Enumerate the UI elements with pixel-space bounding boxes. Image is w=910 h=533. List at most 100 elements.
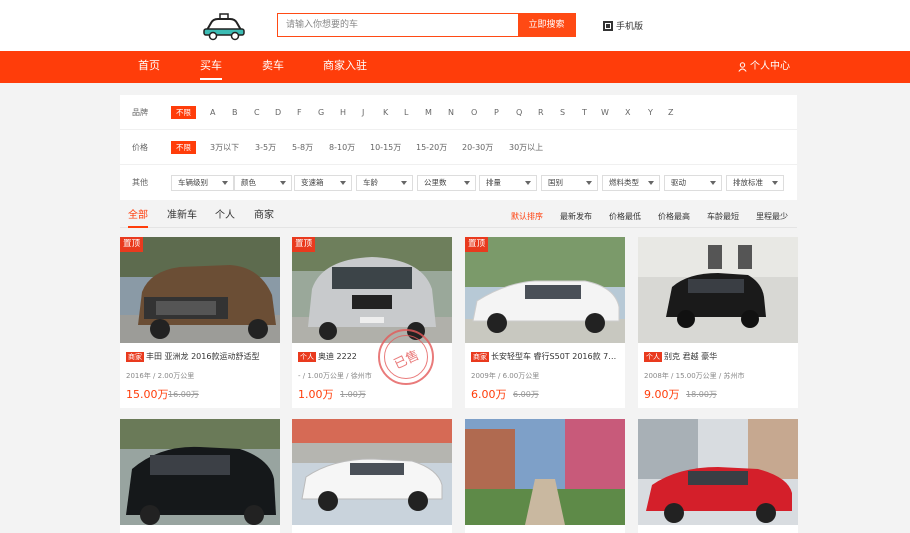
- price-option[interactable]: 15-20万: [416, 130, 447, 165]
- listing-tabs: 全部 准新车 个人 商家 默认排序 最新发布 价格最低 价格最高 车龄最短 里程…: [120, 206, 797, 228]
- filter-price-any[interactable]: 不限: [171, 141, 196, 154]
- nav-item-buy[interactable]: 买车: [200, 53, 222, 80]
- search-button[interactable]: 立即搜索: [518, 13, 575, 37]
- car-old-price: 18.00万: [686, 390, 717, 399]
- price-option[interactable]: 30万以上: [509, 130, 543, 165]
- nav-item-sell[interactable]: 卖车: [262, 51, 284, 83]
- filter-panel: 品牌 不限 A B C D F G H J K L M N O P Q R S …: [120, 95, 797, 200]
- car-title-text: 别克 君越 豪华: [664, 352, 718, 361]
- brand-letter[interactable]: H: [340, 95, 346, 130]
- brand-letter[interactable]: Z: [668, 95, 673, 130]
- car-photo: [638, 237, 798, 343]
- car-old-price: 1.00万: [340, 390, 366, 399]
- car-card[interactable]: 置顶 个人 奥迪 2222 - / 1.00万公里 / 徐州市 1.00万 1.0…: [292, 237, 452, 408]
- car-logo-icon[interactable]: [201, 11, 247, 41]
- price-option[interactable]: 10-15万: [370, 130, 401, 165]
- seller-badge: 个人: [298, 352, 316, 362]
- car-title-text: 长安轻型车 睿行S50T 2016款 740L...: [491, 352, 621, 361]
- select-fuel[interactable]: 燃料类型: [602, 175, 660, 191]
- car-card[interactable]: [465, 419, 625, 533]
- sold-stamp-label: 已售: [391, 348, 422, 373]
- car-card[interactable]: 置顶 商家 长安轻型车 睿行S50T 2016款 740L... 2009年 / …: [465, 237, 625, 408]
- tab-merchant[interactable]: 商家: [254, 206, 274, 226]
- brand-letter[interactable]: F: [297, 95, 302, 130]
- car-photo: [120, 237, 280, 343]
- pin-badge: 置顶: [120, 237, 144, 252]
- qrcode-icon: [603, 20, 613, 31]
- seller-badge: 商家: [471, 352, 489, 362]
- sort-price-high[interactable]: 价格最高: [658, 206, 690, 228]
- car-photo: [638, 419, 798, 525]
- user-center-link[interactable]: 个人中心: [738, 51, 790, 83]
- car-title[interactable]: 商家 丰田 亚洲龙 2016款运动舒适型: [126, 351, 276, 362]
- filter-label: 其他: [132, 178, 148, 187]
- price-option[interactable]: 8-10万: [329, 130, 355, 165]
- select-emission[interactable]: 排放标准: [726, 175, 784, 191]
- car-card[interactable]: [120, 419, 280, 533]
- select-color[interactable]: 颜色: [234, 175, 292, 191]
- brand-letter[interactable]: R: [538, 95, 544, 130]
- brand-letter[interactable]: T: [582, 95, 587, 130]
- sort-price-low[interactable]: 价格最低: [609, 206, 641, 228]
- nav-item-home[interactable]: 首页: [138, 51, 160, 83]
- mobile-version-link[interactable]: 手机版: [603, 19, 643, 32]
- brand-letter[interactable]: A: [210, 95, 215, 130]
- filter-row-other: 其他 车辆级别 颜色 变速箱 车龄 公里数 排量 国别 燃料类型 驱动 排放标准: [120, 165, 797, 200]
- brand-letter[interactable]: J: [362, 95, 364, 130]
- car-photo: [292, 237, 452, 343]
- brand-letter[interactable]: C: [254, 95, 260, 130]
- brand-letter[interactable]: N: [448, 95, 454, 130]
- sort-mileage-low[interactable]: 里程最少: [756, 206, 788, 228]
- seller-badge: 个人: [644, 352, 662, 362]
- car-photo: [465, 419, 625, 525]
- brand-letter[interactable]: O: [471, 95, 477, 130]
- brand-letter[interactable]: B: [232, 95, 238, 130]
- car-old-price: 16.00万: [168, 390, 199, 399]
- select-drive[interactable]: 驱动: [664, 175, 722, 191]
- brand-letter[interactable]: W: [601, 95, 609, 130]
- price-option[interactable]: 20-30万: [462, 130, 493, 165]
- car-price: 6.00万: [471, 388, 507, 401]
- car-title[interactable]: 个人 别克 君越 豪华: [644, 351, 794, 362]
- pin-badge: 置顶: [465, 237, 489, 252]
- select-country[interactable]: 国别: [541, 175, 598, 191]
- select-age[interactable]: 车龄: [356, 175, 413, 191]
- car-title[interactable]: 商家 长安轻型车 睿行S50T 2016款 740L...: [471, 351, 621, 362]
- sort-default[interactable]: 默认排序: [511, 206, 543, 228]
- tab-all[interactable]: 全部: [128, 206, 148, 228]
- brand-letter[interactable]: L: [404, 95, 408, 130]
- nav-item-merchant[interactable]: 商家入驻: [323, 51, 367, 83]
- car-card[interactable]: [292, 419, 452, 533]
- car-photo: [120, 419, 280, 525]
- tab-personal[interactable]: 个人: [215, 206, 235, 226]
- filter-brand-any[interactable]: 不限: [171, 106, 196, 119]
- search-input[interactable]: [278, 14, 519, 36]
- car-card[interactable]: [638, 419, 798, 533]
- select-mileage[interactable]: 公里数: [417, 175, 476, 191]
- tab-nearly-new[interactable]: 准新车: [167, 206, 197, 226]
- price-option[interactable]: 5-8万: [292, 130, 313, 165]
- price-option[interactable]: 3-5万: [255, 130, 276, 165]
- car-card[interactable]: 个人 别克 君越 豪华 2008年 / 15.00万公里 / 苏州市 9.00万 …: [638, 237, 798, 408]
- brand-letter[interactable]: D: [275, 95, 281, 130]
- filter-label: 价格: [132, 143, 148, 152]
- sort-age-short[interactable]: 车龄最短: [707, 206, 739, 228]
- brand-letter[interactable]: P: [494, 95, 499, 130]
- brand-letter[interactable]: M: [425, 95, 432, 130]
- brand-letter[interactable]: Q: [516, 95, 522, 130]
- select-level[interactable]: 车辆级别: [171, 175, 234, 191]
- car-old-price: 6.00万: [513, 390, 539, 399]
- brand-letter[interactable]: S: [560, 95, 565, 130]
- brand-letter[interactable]: K: [383, 95, 388, 130]
- car-card[interactable]: 置顶 商家 丰田 亚洲龙 2016款运动舒适型 2016年 / 2.00万公里 1…: [120, 237, 280, 408]
- brand-letter[interactable]: X: [625, 95, 630, 130]
- car-photo: [292, 419, 452, 525]
- select-displacement[interactable]: 排量: [479, 175, 537, 191]
- user-icon: [738, 62, 747, 72]
- mobile-version-label: 手机版: [616, 22, 644, 32]
- select-transmission[interactable]: 变速箱: [294, 175, 352, 191]
- brand-letter[interactable]: Y: [648, 95, 653, 130]
- sort-newest[interactable]: 最新发布: [560, 206, 592, 228]
- price-option[interactable]: 3万以下: [210, 130, 239, 165]
- brand-letter[interactable]: G: [318, 95, 324, 130]
